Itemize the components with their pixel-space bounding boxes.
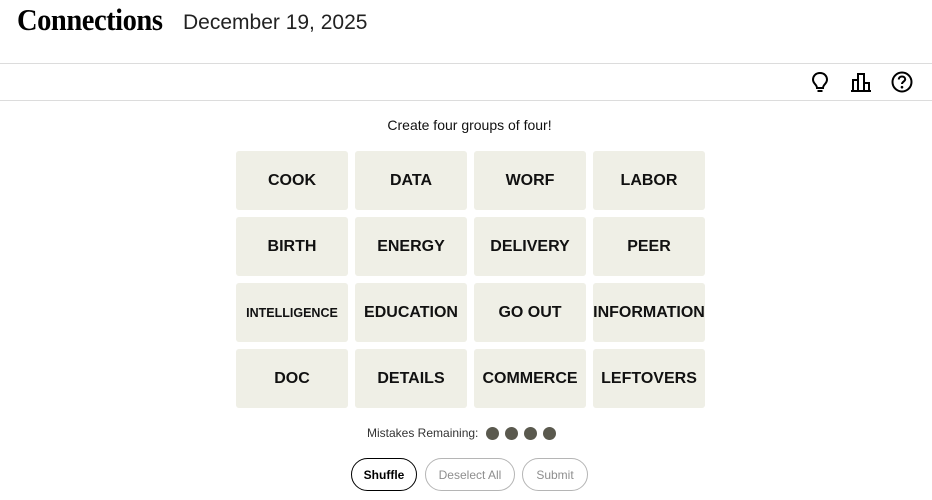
mistakes-remaining: Mistakes Remaining: bbox=[367, 425, 562, 441]
word-tile[interactable]: LEFTOVERS bbox=[593, 349, 705, 408]
word-tile[interactable]: WORF bbox=[474, 151, 586, 210]
shuffle-button[interactable]: Shuffle bbox=[351, 458, 417, 491]
word-tile[interactable]: INFORMATION bbox=[593, 283, 705, 342]
header: Connections December 19, 2025 bbox=[0, 0, 932, 64]
puzzle-date: December 19, 2025 bbox=[183, 11, 368, 34]
word-tile[interactable]: DATA bbox=[355, 151, 467, 210]
word-grid: COOK DATA WORF LABOR BIRTH ENERGY DELIVE… bbox=[236, 151, 705, 408]
mistakes-label: Mistakes Remaining: bbox=[367, 426, 479, 440]
lightbulb-icon[interactable] bbox=[808, 70, 832, 94]
word-tile[interactable]: LABOR bbox=[593, 151, 705, 210]
app-title: Connections bbox=[17, 2, 163, 37]
word-tile[interactable]: PEER bbox=[593, 217, 705, 276]
bar-chart-icon[interactable] bbox=[849, 70, 873, 94]
instructions: Create four groups of four! bbox=[387, 117, 552, 133]
deselect-all-button[interactable]: Deselect All bbox=[425, 458, 515, 491]
word-tile[interactable]: INTELLIGENCE bbox=[236, 283, 348, 342]
word-tile[interactable]: DOC bbox=[236, 349, 348, 408]
word-tile[interactable]: GO OUT bbox=[474, 283, 586, 342]
mistake-dot bbox=[505, 426, 519, 440]
word-tile[interactable]: DETAILS bbox=[355, 349, 467, 408]
submit-button[interactable]: Submit bbox=[522, 458, 588, 491]
mistake-dot bbox=[524, 426, 538, 440]
word-tile[interactable]: COMMERCE bbox=[474, 349, 586, 408]
word-tile[interactable]: EDUCATION bbox=[355, 283, 467, 342]
word-tile[interactable]: ENERGY bbox=[355, 217, 467, 276]
mistake-dots bbox=[486, 426, 562, 440]
word-tile[interactable]: COOK bbox=[236, 151, 348, 210]
mistake-dot bbox=[543, 426, 557, 440]
mistake-dot bbox=[486, 426, 500, 440]
toolbar bbox=[0, 64, 932, 101]
word-tile[interactable]: DELIVERY bbox=[474, 217, 586, 276]
word-tile[interactable]: BIRTH bbox=[236, 217, 348, 276]
help-icon[interactable] bbox=[890, 70, 914, 94]
